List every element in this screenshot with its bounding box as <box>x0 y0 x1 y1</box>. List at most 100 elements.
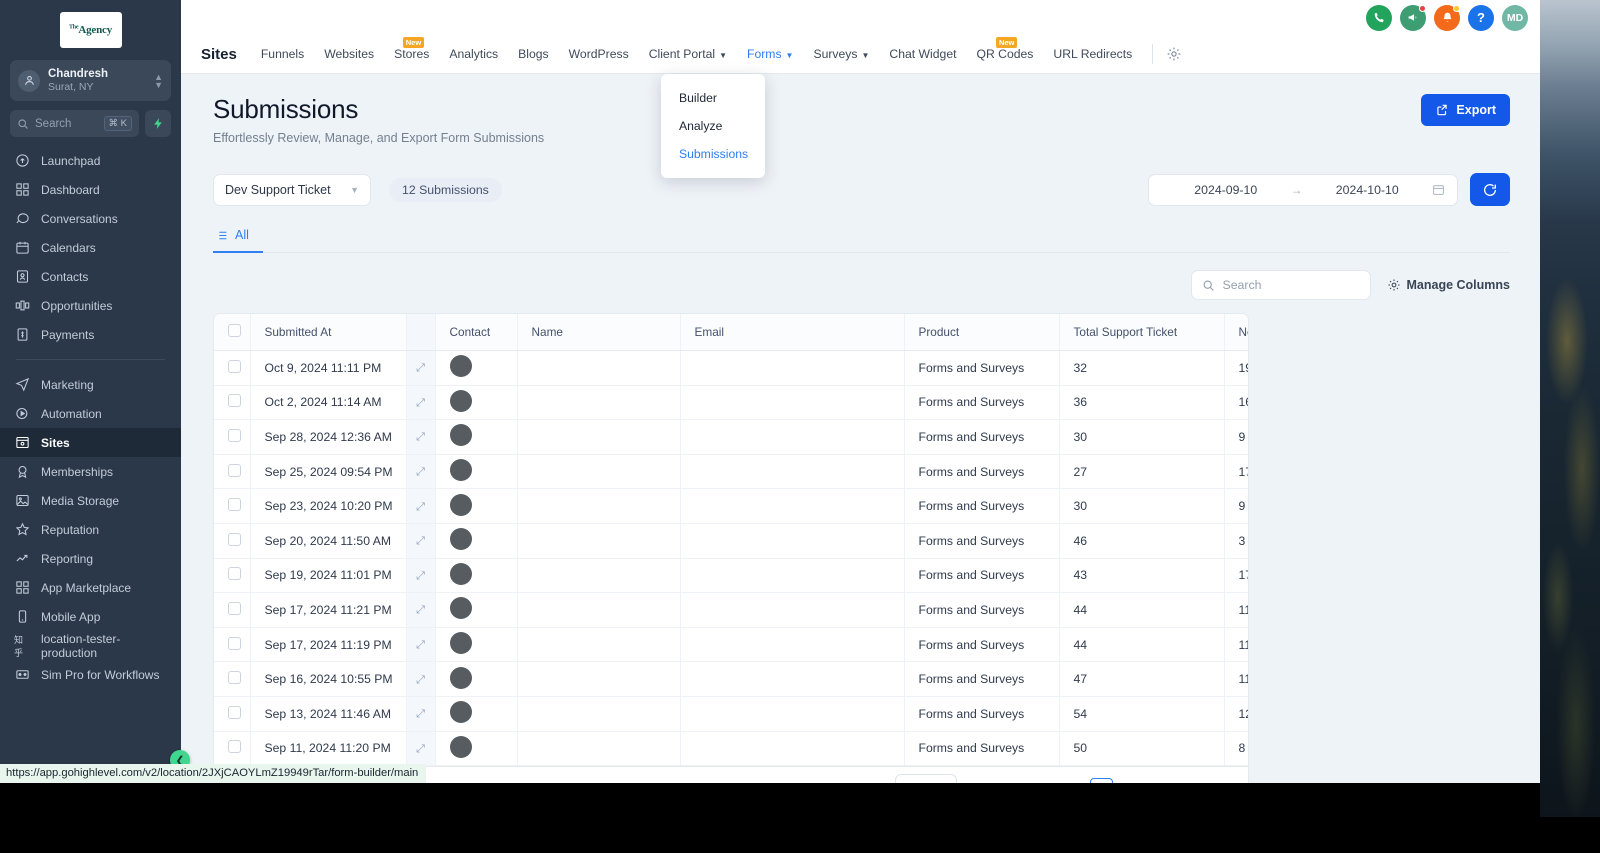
brand-logo[interactable]: TheAgency <box>0 0 181 56</box>
expand-icon[interactable]: ⤢ <box>416 431 425 444</box>
sidebar-item-payments[interactable]: Payments <box>0 320 181 349</box>
th-submitted-at[interactable]: Submitted At <box>250 314 407 351</box>
th-total-support-ticket[interactable]: Total Support Ticket <box>1059 314 1225 351</box>
expand-icon[interactable]: ⤢ <box>416 466 425 479</box>
date-range-picker[interactable]: 2024-09-10 → 2024-10-10 <box>1148 173 1458 206</box>
expand-icon[interactable]: ⤢ <box>416 674 425 687</box>
sidebar-item-launchpad[interactable]: Launchpad <box>0 146 181 175</box>
th-product[interactable]: Product <box>904 314 1060 351</box>
sidebar-item-automation[interactable]: Automation <box>0 399 181 428</box>
expand-icon[interactable]: ⤢ <box>416 397 425 410</box>
sidebar-item-sim-pro-for-workflows[interactable]: Sim Pro for Workflows <box>0 660 181 689</box>
sidebar-item-calendars[interactable]: Calendars <box>0 233 181 262</box>
nav-chat-widget[interactable]: Chat Widget <box>879 35 966 74</box>
table-row[interactable]: Sep 16, 2024 10:55 PM ⤢ Forms and Surveys 4… <box>214 661 1248 697</box>
th-contact[interactable]: Contact <box>435 314 518 351</box>
tab-all[interactable]: All <box>213 228 263 253</box>
sidebar-item-location-tester-production[interactable]: 知乎 location-tester-production <box>0 631 181 660</box>
table-tools: Search Manage Columns <box>213 270 1510 300</box>
nav-analytics[interactable]: Analytics <box>439 35 508 74</box>
cell-submitted-at: Oct 9, 2024 11:11 PM <box>250 350 407 386</box>
sidebar-item-reporting[interactable]: Reporting <box>0 544 181 573</box>
table-row[interactable]: Sep 11, 2024 11:20 PM ⤢ Forms and Surveys 5… <box>214 731 1248 767</box>
sidebar-item-sites[interactable]: Sites <box>0 428 181 457</box>
sidebar-item-dashboard[interactable]: Dashboard <box>0 175 181 204</box>
expand-icon[interactable]: ⤢ <box>416 708 425 721</box>
sidebar-item-reputation[interactable]: Reputation <box>0 515 181 544</box>
sidebar-item-opportunities[interactable]: Opportunities <box>0 291 181 320</box>
row-checkbox[interactable] <box>228 463 241 477</box>
nav-funnels[interactable]: Funnels <box>251 35 314 74</box>
expand-icon[interactable]: ⤢ <box>416 362 425 375</box>
account-switcher[interactable]: Chandresh Surat, NY ▲ ▼ <box>10 60 171 101</box>
table-row[interactable]: Sep 28, 2024 12:36 AM ⤢ Forms and Surveys 3… <box>214 419 1248 455</box>
table-row[interactable]: Oct 2, 2024 11:14 AM ⤢ Forms and Surveys 36… <box>214 385 1248 421</box>
table-row[interactable]: Sep 19, 2024 11:01 PM ⤢ Forms and Surveys 4… <box>214 558 1248 594</box>
row-checkbox[interactable] <box>228 601 241 615</box>
row-checkbox[interactable] <box>228 532 241 546</box>
sidebar-item-app-marketplace[interactable]: App Marketplace <box>0 573 181 602</box>
avatar[interactable]: MD <box>1502 4 1528 31</box>
table-row[interactable]: Sep 20, 2024 11:50 AM ⤢ Forms and Surveys 4… <box>214 523 1248 559</box>
row-checkbox[interactable] <box>228 671 241 685</box>
row-checkbox[interactable] <box>228 359 241 373</box>
sidebar-item-media-storage[interactable]: Media Storage <box>0 486 181 515</box>
screen: TheAgency Chandresh Surat, NY ▲ ▼ Search … <box>0 0 1600 853</box>
nav-url-redirects[interactable]: URL Redirects <box>1043 35 1142 74</box>
sidebar-item-conversations[interactable]: Conversations <box>0 204 181 233</box>
row-checkbox[interactable] <box>228 498 241 512</box>
row-checkbox[interactable] <box>228 740 241 754</box>
expand-icon[interactable]: ⤢ <box>416 604 425 617</box>
table-row[interactable]: Sep 13, 2024 11:46 AM ⤢ Forms and Surveys 5… <box>214 696 1248 732</box>
sidebar-label: Conversations <box>41 211 118 226</box>
expand-icon[interactable]: ⤢ <box>416 535 425 548</box>
nav-wordpress[interactable]: WordPress <box>559 35 639 74</box>
row-checkbox[interactable] <box>228 428 241 442</box>
nav-blogs[interactable]: Blogs <box>508 35 559 74</box>
search-input[interactable]: Search <box>1190 270 1371 300</box>
nav-stores[interactable]: New Stores <box>384 35 439 74</box>
bell-icon[interactable] <box>1434 4 1460 31</box>
phone-icon[interactable] <box>1366 4 1392 31</box>
row-checkbox[interactable] <box>228 567 241 581</box>
nav-qr-codes[interactable]: New QR Codes <box>966 35 1043 74</box>
nav-surveys[interactable]: Surveys ▼ <box>803 35 879 74</box>
expand-icon[interactable]: ⤢ <box>416 570 425 583</box>
manage-columns-button[interactable]: Manage Columns <box>1387 278 1510 292</box>
table-row[interactable]: Sep 17, 2024 11:21 PM ⤢ Forms and Surveys 4… <box>214 592 1248 628</box>
sidebar-item-mobile-app[interactable]: Mobile App <box>0 602 181 631</box>
nav-forms[interactable]: Forms ▼ <box>737 35 803 74</box>
export-button[interactable]: Export <box>1421 94 1510 126</box>
help-icon[interactable]: ? <box>1468 4 1494 31</box>
nav-websites[interactable]: Websites <box>314 35 384 74</box>
expand-icon[interactable]: ⤢ <box>416 639 425 652</box>
refresh-icon <box>1484 183 1496 196</box>
sidebar-search-input[interactable]: Search ⌘ K <box>10 110 139 137</box>
megaphone-icon[interactable] <box>1400 4 1426 31</box>
table-row[interactable]: Sep 23, 2024 10:20 PM ⤢ Forms and Surveys 3… <box>214 488 1248 524</box>
th-new-su[interactable]: New Su <box>1224 314 1248 351</box>
expand-icon[interactable]: ⤢ <box>416 501 425 514</box>
dropdown-item-builder[interactable]: Builder <box>661 84 765 112</box>
sidebar-item-marketing[interactable]: Marketing <box>0 370 181 399</box>
table-row[interactable]: Sep 17, 2024 11:19 PM ⤢ Forms and Surveys 4… <box>214 627 1248 663</box>
sidebar-item-contacts[interactable]: Contacts <box>0 262 181 291</box>
th-email[interactable]: Email <box>680 314 905 351</box>
sidebar-item-memberships[interactable]: Memberships <box>0 457 181 486</box>
row-checkbox[interactable] <box>228 636 241 650</box>
sidebar-label: Contacts <box>41 269 89 284</box>
row-checkbox[interactable] <box>228 394 241 408</box>
nav-client-portal[interactable]: Client Portal ▼ <box>639 35 737 74</box>
th-name[interactable]: Name <box>517 314 681 351</box>
expand-icon[interactable]: ⤢ <box>416 743 425 756</box>
dropdown-item-analyze[interactable]: Analyze <box>661 112 765 140</box>
table-row[interactable]: Sep 25, 2024 09:54 PM ⤢ Forms and Surveys 2… <box>214 454 1248 490</box>
dropdown-item-submissions[interactable]: Submissions <box>661 140 765 168</box>
select-all-checkbox[interactable] <box>228 324 241 337</box>
quick-actions-button[interactable] <box>145 110 171 137</box>
row-checkbox[interactable] <box>228 705 241 719</box>
form-select-dropdown[interactable]: Dev Support Ticket ▼ <box>213 173 371 206</box>
navbar-settings-gear-icon[interactable] <box>1163 43 1185 65</box>
table-row[interactable]: Oct 9, 2024 11:11 PM ⤢ Forms and Surveys 32… <box>214 350 1248 386</box>
refresh-button[interactable] <box>1470 173 1510 206</box>
